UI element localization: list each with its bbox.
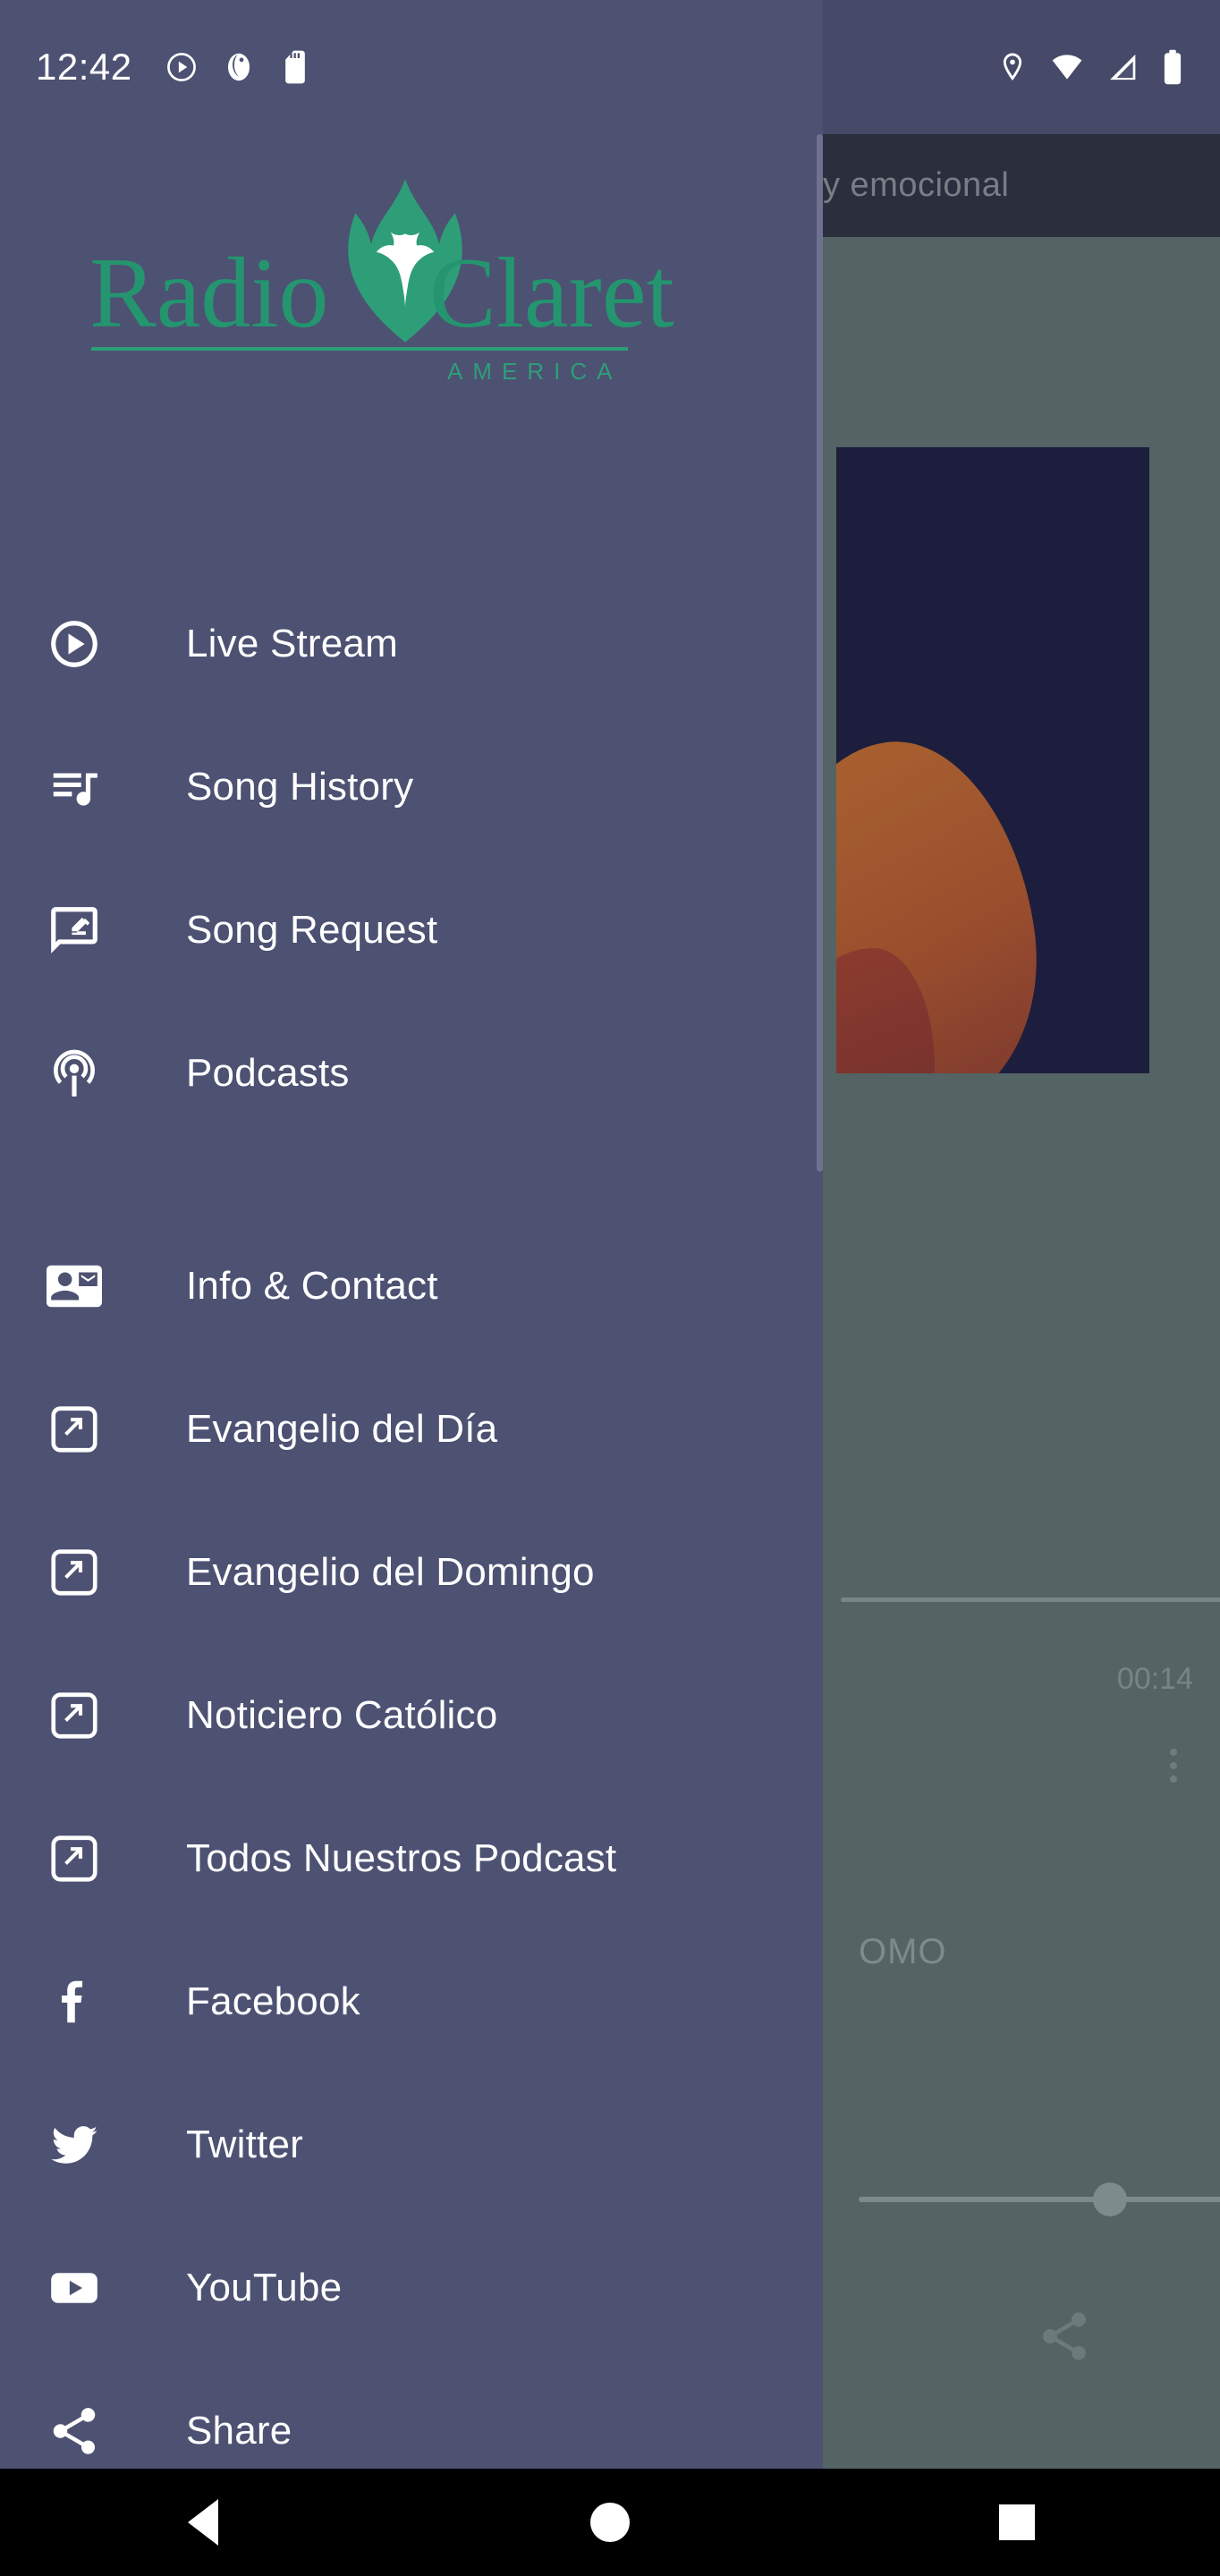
podcast-broadcast-icon bbox=[38, 1037, 111, 1110]
status-bar: 12:42 bbox=[0, 0, 1220, 134]
sidebar-item-label: Facebook bbox=[186, 1979, 360, 2023]
sidebar-item-label: Live Stream bbox=[186, 622, 398, 665]
sidebar-item-label: Evangelio del Domingo bbox=[186, 1550, 595, 1594]
sidebar-item-label: Share bbox=[186, 2409, 292, 2453]
open-in-new-icon bbox=[38, 1536, 111, 1609]
sidebar-item-label: Podcasts bbox=[186, 1051, 350, 1095]
sidebar-item-label: Info & Contact bbox=[186, 1264, 438, 1308]
youtube-icon bbox=[38, 2251, 111, 2325]
sidebar-item-podcasts[interactable]: Podcasts bbox=[0, 1002, 823, 1145]
cellular-signal-icon bbox=[1110, 54, 1136, 80]
queue-music-icon bbox=[38, 750, 111, 824]
sidebar-item-song-history[interactable]: Song History bbox=[0, 716, 823, 859]
sidebar-item-noticiero-catolico[interactable]: Noticiero Católico bbox=[0, 1644, 823, 1787]
contact-mail-icon bbox=[38, 1250, 111, 1323]
sidebar-item-label: Noticiero Católico bbox=[186, 1693, 498, 1737]
status-right-icons bbox=[996, 48, 1184, 86]
back-triangle-icon[interactable] bbox=[149, 2469, 257, 2576]
play-circle-icon bbox=[166, 53, 196, 81]
location-pin-icon bbox=[1003, 53, 1022, 80]
app-screen: y emocional 00:14 OMO Radio Claret AMERI… bbox=[0, 0, 1220, 2576]
open-in-new-icon bbox=[38, 1679, 111, 1752]
play-circle-outline-icon bbox=[38, 607, 111, 681]
sidebar-item-evangelio-del-domingo[interactable]: Evangelio del Domingo bbox=[0, 1501, 823, 1644]
open-in-new-icon bbox=[38, 1393, 111, 1466]
twitter-icon bbox=[38, 2108, 111, 2182]
sidebar-item-evangelio-del-dia[interactable]: Evangelio del Día bbox=[0, 1358, 823, 1501]
status-left-icons bbox=[165, 49, 311, 85]
facebook-icon bbox=[38, 1965, 111, 2038]
sidebar-item-facebook[interactable]: Facebook bbox=[0, 1930, 823, 2073]
contrast-icon bbox=[227, 53, 250, 81]
open-in-new-icon bbox=[38, 1822, 111, 1895]
android-nav-bar bbox=[0, 2469, 1220, 2576]
logo-subtitle: AMERICA bbox=[447, 358, 623, 385]
logo-word-radio: Radio bbox=[89, 238, 329, 349]
sidebar-item-label: Twitter bbox=[186, 2123, 303, 2166]
app-logo: Radio Claret AMERICA bbox=[0, 179, 823, 394]
drawer-menu: Live Stream Song History Song Request Po… bbox=[0, 572, 823, 2503]
sidebar-item-label: Todos Nuestros Podcast bbox=[186, 1836, 617, 1880]
home-circle-icon[interactable] bbox=[556, 2469, 664, 2576]
drawer-scrim[interactable] bbox=[823, 0, 1220, 2469]
sidebar-item-youtube[interactable]: YouTube bbox=[0, 2216, 823, 2360]
sidebar-item-info-contact[interactable]: Info & Contact bbox=[0, 1215, 823, 1358]
battery-icon bbox=[1164, 49, 1182, 85]
sidebar-item-label: Song History bbox=[186, 765, 414, 809]
wifi-icon bbox=[1052, 55, 1082, 80]
sd-card-icon bbox=[284, 50, 305, 84]
sidebar-item-live-stream[interactable]: Live Stream bbox=[0, 572, 823, 716]
sidebar-item-twitter[interactable]: Twitter bbox=[0, 2073, 823, 2216]
sidebar-item-label: Evangelio del Día bbox=[186, 1407, 498, 1451]
sidebar-item-todos-nuestros-podcast[interactable]: Todos Nuestros Podcast bbox=[0, 1787, 823, 1930]
share-icon bbox=[38, 2394, 111, 2468]
logo-word-claret: Claret bbox=[429, 238, 674, 349]
sidebar-item-label: Song Request bbox=[186, 908, 438, 952]
navigation-drawer: Radio Claret AMERICA Live Stream Song Hi… bbox=[0, 0, 823, 2469]
menu-group-divider bbox=[0, 1145, 823, 1215]
logo-underline bbox=[91, 347, 628, 351]
status-clock: 12:42 bbox=[36, 46, 132, 88]
rate-review-icon bbox=[38, 894, 111, 967]
recents-square-icon[interactable] bbox=[963, 2469, 1071, 2576]
sidebar-item-label: YouTube bbox=[186, 2266, 343, 2309]
sidebar-item-song-request[interactable]: Song Request bbox=[0, 859, 823, 1002]
